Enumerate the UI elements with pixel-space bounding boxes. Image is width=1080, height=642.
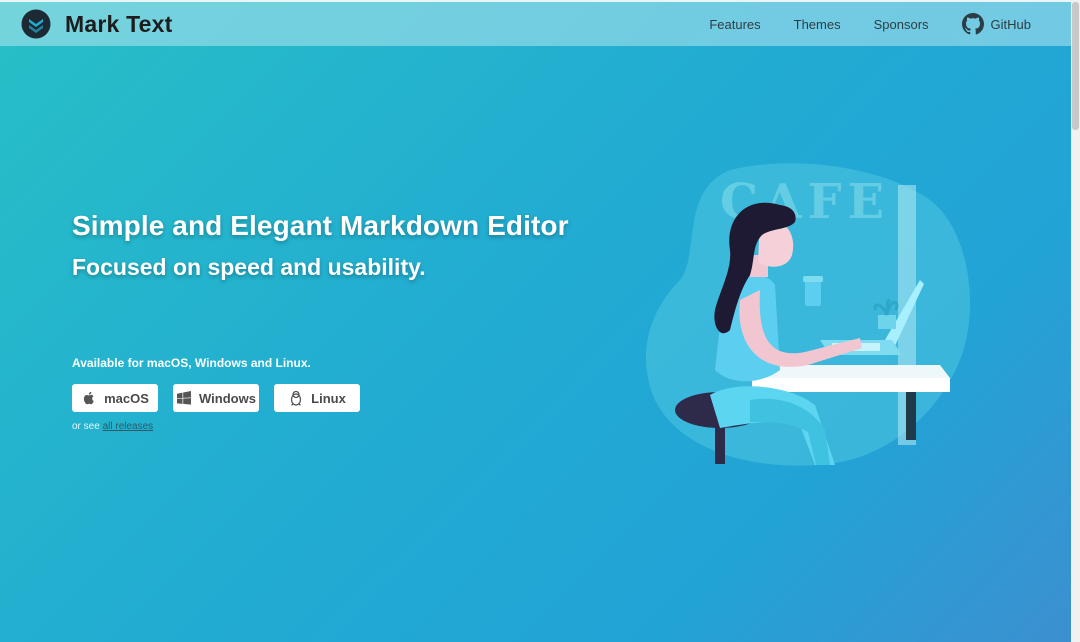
download-windows-label: Windows	[199, 390, 256, 406]
navbar: Mark Text Features Themes Sponsors GitHu…	[0, 0, 1071, 46]
download-macos-button[interactable]: macOS	[72, 384, 158, 412]
coffee-cup	[805, 280, 821, 306]
hero-title: Simple and Elegant Markdown Editor	[72, 210, 569, 241]
download-macos-label: macOS	[104, 390, 149, 406]
nav-sponsors[interactable]: Sponsors	[874, 17, 929, 32]
platform-availability: Available for macOS, Windows and Linux.	[72, 356, 311, 370]
download-buttons: macOS Windows Linux	[72, 384, 375, 412]
windows-icon	[177, 391, 192, 405]
nav-github[interactable]: GitHub	[961, 13, 1031, 35]
github-icon	[961, 13, 984, 35]
all-releases-link[interactable]: all releases	[103, 421, 154, 432]
plant-pot	[878, 315, 896, 329]
brand-link[interactable]: Mark Text	[21, 9, 172, 39]
download-linux-label: Linux	[311, 390, 346, 406]
nav-features[interactable]: Features	[709, 17, 760, 32]
download-windows-button[interactable]: Windows	[173, 384, 259, 412]
nav-github-label: GitHub	[990, 16, 1031, 32]
see-all-prefix: or see	[72, 421, 103, 432]
table-leg	[906, 390, 916, 440]
scrollbar-thumb[interactable]	[1072, 2, 1079, 130]
nav-links: Features Themes Sponsors GitHub	[709, 13, 1031, 35]
marktext-logo-icon	[21, 9, 51, 39]
cafe-workspace-illustration: CAFE	[645, 163, 970, 466]
download-linux-button[interactable]: Linux	[274, 384, 360, 412]
scrollbar-track[interactable]	[1071, 0, 1080, 642]
linux-tux-icon	[291, 390, 302, 406]
apple-icon	[83, 391, 94, 405]
hero-subtitle: Focused on speed and usability.	[72, 254, 426, 280]
nav-themes[interactable]: Themes	[794, 17, 841, 32]
see-all-releases: or see all releases	[72, 421, 153, 432]
table-top	[752, 378, 950, 392]
brand-name: Mark Text	[65, 10, 173, 37]
